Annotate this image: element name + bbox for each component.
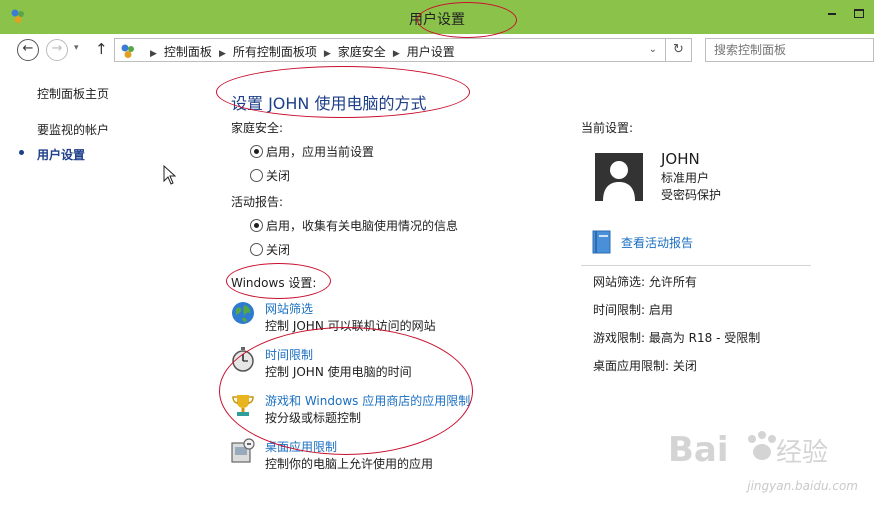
- watermark-url: jingyan.baidu.com: [747, 479, 858, 493]
- breadcrumb-separator[interactable]: ▶: [324, 49, 331, 59]
- refresh-button[interactable]: ↻: [666, 38, 692, 62]
- family-safety-label: 家庭安全:: [231, 121, 284, 135]
- trophy-icon: [232, 395, 254, 416]
- window-title: 用户设置: [409, 12, 465, 28]
- recent-locations-dropdown[interactable]: ▾: [74, 43, 79, 53]
- baidu-watermark: Bai 经验 jingyan.baidu.com: [668, 425, 868, 495]
- svg-text:经验: 经验: [776, 438, 828, 468]
- maximize-button[interactable]: [854, 9, 864, 18]
- minimize-button[interactable]: [828, 13, 836, 15]
- radio-label: 启用，应用当前设置: [266, 145, 375, 159]
- radio-button-checked[interactable]: [250, 219, 263, 232]
- breadcrumb: ▶ 控制面板 ▶ 所有控制面板项 ▶ 家庭安全 ▶ 用户设置: [143, 43, 455, 60]
- family-safety-on-radio[interactable]: 启用，应用当前设置: [250, 143, 374, 160]
- radio-label: 关闭: [266, 169, 291, 183]
- family-safety-off-radio[interactable]: 关闭: [250, 167, 290, 184]
- mouse-cursor-icon: [163, 165, 177, 185]
- svg-text:Bai: Bai: [668, 430, 729, 470]
- radio-button[interactable]: [250, 243, 263, 256]
- globe-icon: [232, 302, 254, 324]
- back-button[interactable]: ←: [17, 39, 39, 61]
- radio-button[interactable]: [250, 169, 263, 182]
- user-name: JOHN: [661, 150, 700, 168]
- website-filter-description: 控制 JOHN 可以联机访问的网站: [265, 319, 436, 333]
- breadcrumb-item[interactable]: 用户设置: [407, 45, 455, 59]
- sidebar-item-user-settings[interactable]: 用户设置: [37, 146, 85, 163]
- divider: [581, 265, 811, 266]
- radio-label: 关闭: [266, 243, 291, 257]
- baidu-logo: Bai 经验: [668, 430, 828, 470]
- view-activity-report-link[interactable]: 查看活动报告: [621, 234, 693, 251]
- forward-button[interactable]: →: [46, 39, 68, 61]
- user-password-status: 受密码保护: [661, 188, 722, 202]
- game-app-limits-link[interactable]: 游戏和 Windows 应用商店的应用限制: [265, 392, 470, 409]
- desktop-app-limits-link[interactable]: 桌面应用限制: [265, 438, 337, 455]
- search-input[interactable]: [705, 38, 874, 62]
- navigation-bar: ← → ▾ ↑ ▶ 控制面板 ▶ 所有控制面板项 ▶ 家庭安全 ▶ 用户设置 ⌄ ↻: [0, 34, 874, 66]
- up-button[interactable]: ↑: [95, 40, 108, 58]
- radio-label: 启用，收集有关电脑使用情况的信息: [266, 219, 459, 233]
- user-account-type: 标准用户: [661, 171, 710, 185]
- summary-website-filter: 网站筛选: 允许所有: [593, 275, 697, 289]
- user-silhouette-icon: [603, 161, 635, 201]
- breadcrumb-item[interactable]: 家庭安全: [338, 45, 386, 59]
- activity-report-icon: [592, 230, 611, 254]
- selected-bullet: [19, 150, 24, 155]
- breadcrumb-separator[interactable]: ▶: [150, 49, 157, 59]
- breadcrumb-separator[interactable]: ▶: [393, 49, 400, 59]
- summary-desktop-app-limits: 桌面应用限制: 关闭: [593, 359, 697, 373]
- windows-settings-label: Windows 设置:: [231, 276, 317, 290]
- breadcrumb-item[interactable]: 所有控制面板项: [233, 45, 317, 59]
- desktop-app-limits-description: 控制你的电脑上允许使用的应用: [265, 457, 434, 471]
- stopwatch-icon: [232, 347, 254, 372]
- activity-report-off-radio[interactable]: 关闭: [250, 241, 290, 258]
- sidebar-item-monitored-accounts[interactable]: 要监视的帐户: [37, 121, 109, 138]
- sidebar-item-control-panel-home[interactable]: 控制面板主页: [37, 85, 109, 102]
- current-settings-label: 当前设置:: [581, 121, 634, 135]
- summary-game-limits: 游戏限制: 最高为 R18 - 受限制: [593, 331, 761, 345]
- breadcrumb-item[interactable]: 控制面板: [164, 45, 212, 59]
- control-panel-icon: [121, 44, 134, 58]
- summary-time-limits: 时间限制: 启用: [593, 303, 673, 317]
- user-avatar: [595, 153, 643, 201]
- game-app-limits-description: 按分级或标题控制: [265, 411, 362, 425]
- time-limits-description: 控制 JOHN 使用电脑的时间: [265, 365, 412, 379]
- radio-button-checked[interactable]: [250, 145, 263, 158]
- time-limits-link[interactable]: 时间限制: [265, 346, 313, 363]
- address-dropdown-button[interactable]: ⌄: [649, 44, 657, 55]
- page-title: 设置 JOHN 使用电脑的方式: [231, 94, 427, 113]
- desktop-app-icon: [231, 438, 255, 463]
- activity-report-label: 活动报告:: [231, 195, 284, 209]
- annotation-ellipse-limits: [219, 327, 473, 455]
- title-bar: 用户设置: [0, 0, 874, 34]
- breadcrumb-separator[interactable]: ▶: [219, 49, 226, 59]
- address-bar[interactable]: ▶ 控制面板 ▶ 所有控制面板项 ▶ 家庭安全 ▶ 用户设置 ⌄: [114, 38, 666, 62]
- website-filter-link[interactable]: 网站筛选: [265, 300, 313, 317]
- activity-report-on-radio[interactable]: 启用，收集有关电脑使用情况的信息: [250, 217, 458, 234]
